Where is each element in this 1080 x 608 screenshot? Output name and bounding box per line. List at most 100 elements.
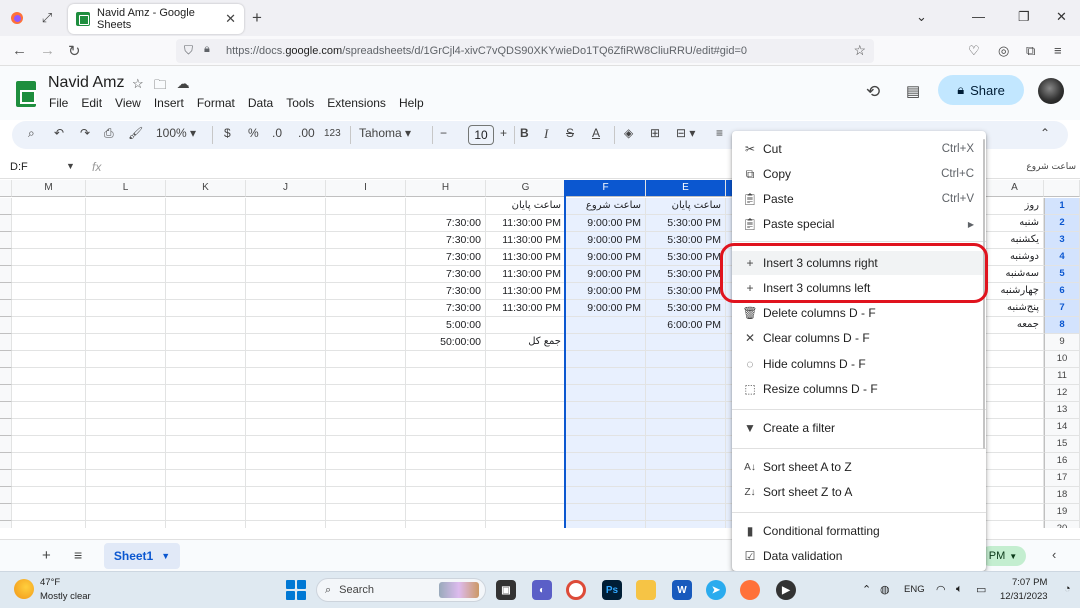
table-cell[interactable] — [986, 385, 1044, 402]
chrome-icon[interactable] — [566, 580, 586, 600]
table-cell[interactable] — [12, 266, 86, 283]
row-number[interactable]: 3 — [1044, 232, 1080, 249]
table-cell[interactable] — [986, 402, 1044, 419]
column-header[interactable]: J — [246, 180, 326, 197]
table-cell[interactable] — [246, 487, 326, 504]
cell-duration[interactable]: 7:30:00 — [406, 283, 486, 300]
menu-format[interactable]: Format — [197, 96, 235, 110]
table-cell[interactable] — [86, 334, 166, 351]
table-cell[interactable] — [166, 215, 246, 232]
table-cell[interactable] — [566, 436, 646, 453]
table-cell[interactable] — [86, 419, 166, 436]
borders-icon[interactable]: ⊞ — [650, 126, 660, 140]
cell-duration[interactable]: 7:30:00 — [406, 215, 486, 232]
cell-day[interactable]: روز — [986, 198, 1044, 215]
table-cell[interactable] — [12, 249, 86, 266]
close-tab-icon[interactable]: ✕ — [225, 11, 236, 27]
cell-day[interactable]: پنج‌شنبه — [986, 300, 1044, 317]
table-cell[interactable] — [246, 521, 326, 528]
grid-corner[interactable] — [0, 180, 12, 197]
table-cell[interactable] — [566, 453, 646, 470]
row-number[interactable]: 17 — [1044, 470, 1080, 487]
weather-moon-icon[interactable] — [14, 579, 34, 599]
table-cell[interactable] — [166, 232, 246, 249]
table-cell[interactable] — [166, 334, 246, 351]
notifications-icon[interactable]: ◔ — [1064, 583, 1071, 595]
table-cell[interactable] — [12, 215, 86, 232]
table-cell[interactable] — [486, 504, 566, 521]
table-cell[interactable] — [406, 487, 486, 504]
table-cell[interactable] — [326, 436, 406, 453]
table-cell[interactable] — [486, 419, 566, 436]
cell-start-time[interactable]: 9:00:00 PM — [566, 232, 646, 249]
table-cell[interactable] — [406, 436, 486, 453]
increase-font-size-icon[interactable]: + — [500, 126, 507, 140]
table-cell[interactable] — [12, 317, 86, 334]
table-cell[interactable] — [646, 334, 726, 351]
menu-item-clear-columns[interactable]: ✕ Clear columns D - F — [732, 326, 986, 350]
table-cell[interactable] — [246, 283, 326, 300]
column-header[interactable]: L — [86, 180, 166, 197]
bold-icon[interactable]: B — [520, 126, 529, 140]
volume-icon[interactable]: 🔈︎ — [956, 583, 963, 596]
table-cell[interactable] — [326, 470, 406, 487]
menu-item-create-filter[interactable]: ▼ Create a filter — [732, 416, 986, 440]
table-cell[interactable] — [12, 334, 86, 351]
table-cell[interactable] — [246, 436, 326, 453]
column-header[interactable]: H — [406, 180, 486, 197]
table-cell[interactable] — [486, 351, 566, 368]
table-cell[interactable] — [12, 198, 86, 215]
menu-item-sort-a-z[interactable]: A↓ Sort sheet A to Z — [732, 455, 986, 479]
table-cell[interactable] — [86, 521, 166, 528]
table-cell[interactable] — [166, 266, 246, 283]
row-number[interactable]: 11 — [1044, 368, 1080, 385]
align-icon[interactable]: ≡ — [716, 126, 723, 140]
table-cell[interactable] — [246, 232, 326, 249]
table-cell[interactable] — [326, 453, 406, 470]
table-cell[interactable] — [326, 266, 406, 283]
undo-icon[interactable]: ↶ — [54, 126, 64, 140]
table-cell[interactable] — [326, 232, 406, 249]
cloud-status-icon[interactable]: ☁︎ — [177, 76, 190, 98]
cell-start-time[interactable]: 9:00:00 PM — [566, 215, 646, 232]
table-cell[interactable] — [12, 521, 86, 528]
table-cell[interactable] — [12, 368, 86, 385]
table-cell[interactable] — [12, 300, 86, 317]
weather-description[interactable]: Mostly clear — [40, 591, 91, 602]
table-cell[interactable] — [326, 198, 406, 215]
table-cell[interactable] — [986, 419, 1044, 436]
back-icon[interactable]: ← — [12, 42, 27, 59]
menu-edit[interactable]: Edit — [81, 96, 102, 110]
menu-data[interactable]: Data — [248, 96, 273, 110]
row-number[interactable]: 10 — [1044, 351, 1080, 368]
table-cell[interactable] — [406, 351, 486, 368]
file-explorer-icon[interactable] — [636, 580, 656, 600]
table-cell[interactable] — [246, 300, 326, 317]
column-header[interactable]: E — [646, 180, 726, 197]
table-cell[interactable] — [566, 351, 646, 368]
table-cell[interactable] — [566, 521, 646, 528]
cell-start-time[interactable]: 9:00:00 PM — [566, 266, 646, 283]
cell-end-time[interactable]: 5:30:00 PM — [646, 215, 726, 232]
table-cell[interactable] — [12, 283, 86, 300]
menu-item-paste[interactable]: 📋︎ Paste Ctrl+V — [732, 187, 986, 211]
table-cell[interactable] — [166, 470, 246, 487]
table-cell[interactable] — [86, 215, 166, 232]
menu-item-data-validation[interactable]: ☑ Data validation — [732, 544, 986, 568]
table-cell[interactable] — [12, 232, 86, 249]
table-cell[interactable] — [326, 283, 406, 300]
paint-format-icon[interactable]: 🖌︎ — [128, 126, 143, 140]
row-number[interactable]: 13 — [1044, 402, 1080, 419]
table-cell[interactable] — [326, 351, 406, 368]
formula-input[interactable]: ساعت شروع — [1026, 162, 1076, 172]
menu-view[interactable]: View — [115, 96, 141, 110]
table-cell[interactable] — [86, 300, 166, 317]
table-cell[interactable] — [646, 402, 726, 419]
cell-header-end-time[interactable]: ساعت پایان — [486, 198, 566, 215]
table-cell[interactable] — [12, 402, 86, 419]
cell-start-time[interactable]: 9:00:00 PM — [566, 283, 646, 300]
table-cell[interactable] — [12, 419, 86, 436]
clock-date[interactable]: 12/31/2023 — [1000, 591, 1048, 602]
table-cell[interactable] — [486, 521, 566, 528]
menu-item-paste-special[interactable]: 📋︎ Paste special ▶ — [732, 212, 986, 236]
